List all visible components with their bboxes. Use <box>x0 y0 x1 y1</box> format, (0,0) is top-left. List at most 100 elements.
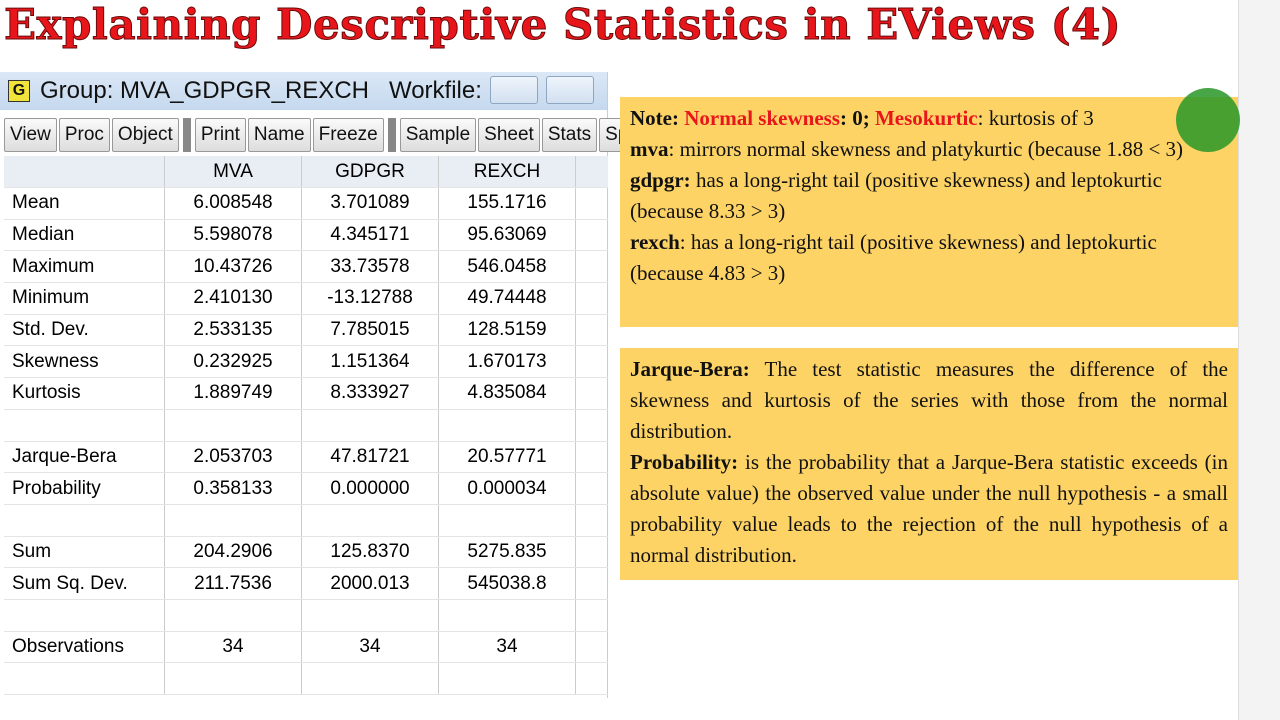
cell[interactable]: 1.889749 <box>165 378 302 409</box>
cell[interactable] <box>302 504 439 536</box>
cell[interactable]: 1.151364 <box>302 346 439 378</box>
cell[interactable] <box>439 504 576 536</box>
cell[interactable]: 128.5159 <box>439 314 576 346</box>
cell[interactable]: 155.1716 <box>439 188 576 219</box>
cell[interactable]: -13.12788 <box>302 283 439 314</box>
cell[interactable]: 2.053703 <box>165 441 302 473</box>
row-label[interactable]: Kurtosis <box>4 378 165 409</box>
cell[interactable]: 4.345171 <box>302 219 439 251</box>
row-label[interactable]: Probability <box>4 473 165 504</box>
row-label[interactable]: Skewness <box>4 346 165 378</box>
view-button[interactable]: View <box>4 118 57 152</box>
column-header-rexch[interactable]: REXCH <box>439 156 576 187</box>
cell[interactable] <box>165 599 302 631</box>
cell[interactable] <box>576 220 607 251</box>
cell[interactable] <box>576 188 607 219</box>
cell[interactable]: 95.63069 <box>439 219 576 251</box>
cell[interactable]: 2.533135 <box>165 314 302 346</box>
row-label[interactable]: Std. Dev. <box>4 314 165 346</box>
cell[interactable]: 1.670173 <box>439 346 576 378</box>
row-label[interactable]: Sum Sq. Dev. <box>4 568 165 599</box>
cell[interactable] <box>576 442 607 473</box>
row-label[interactable]: Observations <box>4 631 165 663</box>
table-row <box>4 409 608 442</box>
cell[interactable] <box>165 504 302 536</box>
cell[interactable] <box>439 409 576 441</box>
row-label[interactable] <box>4 409 165 441</box>
cell[interactable] <box>576 663 607 694</box>
cell[interactable]: 545038.8 <box>439 568 576 599</box>
cell[interactable]: 546.0458 <box>439 251 576 283</box>
cell[interactable]: 8.333927 <box>302 378 439 409</box>
cell[interactable] <box>576 537 607 568</box>
column-header <box>4 156 165 187</box>
cell[interactable]: 3.701089 <box>302 188 439 219</box>
cell[interactable]: 49.74448 <box>439 283 576 314</box>
stats-button[interactable]: Stats <box>541 118 598 152</box>
row-label[interactable]: Maximum <box>4 251 165 283</box>
proc-button[interactable]: Proc <box>58 118 110 152</box>
mesokurtic-term: Mesokurtic <box>874 106 978 130</box>
row-label[interactable]: Median <box>4 219 165 251</box>
cell[interactable] <box>576 410 607 441</box>
cell[interactable] <box>576 251 607 282</box>
row-label[interactable] <box>4 599 165 631</box>
cell[interactable]: 0.000034 <box>439 473 576 504</box>
sample-button[interactable]: Sample <box>399 118 477 152</box>
cell[interactable]: 0.000000 <box>302 473 439 504</box>
cell[interactable] <box>439 663 576 694</box>
cell[interactable] <box>576 346 607 377</box>
column-header-mva[interactable]: MVA <box>165 156 302 187</box>
cell[interactable] <box>302 409 439 441</box>
row-label[interactable]: Mean <box>4 188 165 219</box>
cell[interactable] <box>576 378 607 409</box>
cell[interactable]: 6.008548 <box>165 188 302 219</box>
cell[interactable]: 211.7536 <box>165 568 302 599</box>
cell[interactable]: 5275.835 <box>439 536 576 568</box>
freeze-button[interactable]: Freeze <box>312 118 384 152</box>
cell[interactable]: 34 <box>439 631 576 663</box>
row-label[interactable]: Jarque-Bera <box>4 441 165 473</box>
cell[interactable] <box>576 473 607 504</box>
print-button[interactable]: Print <box>194 118 246 152</box>
cell[interactable]: 204.2906 <box>165 536 302 568</box>
cell[interactable] <box>576 505 607 536</box>
cell[interactable]: 34 <box>302 631 439 663</box>
cell[interactable]: 2000.013 <box>302 568 439 599</box>
cell[interactable] <box>576 600 607 631</box>
cell[interactable] <box>302 663 439 694</box>
row-label[interactable] <box>4 504 165 536</box>
cell[interactable] <box>576 283 607 314</box>
sheet-button[interactable]: Sheet <box>478 118 540 152</box>
rexch-label: rexch <box>630 230 680 254</box>
cell[interactable]: 7.785015 <box>302 314 439 346</box>
row-label[interactable] <box>4 663 165 694</box>
name-button[interactable]: Name <box>247 118 311 152</box>
cell[interactable]: 20.57771 <box>439 441 576 473</box>
cell[interactable]: 125.8370 <box>302 536 439 568</box>
cell[interactable] <box>302 599 439 631</box>
cell[interactable]: 33.73578 <box>302 251 439 283</box>
cell[interactable]: 5.598078 <box>165 219 302 251</box>
object-button[interactable]: Object <box>111 118 179 152</box>
cell[interactable]: 0.232925 <box>165 346 302 378</box>
minimize-button[interactable] <box>490 76 538 104</box>
cell[interactable]: 47.81721 <box>302 441 439 473</box>
cell[interactable]: 2.410130 <box>165 283 302 314</box>
toolbar: View Proc Object Print Name Freeze Sample Sheet… <box>4 118 655 152</box>
cell[interactable]: 4.835084 <box>439 378 576 409</box>
cell[interactable] <box>576 568 607 599</box>
cell[interactable] <box>439 599 576 631</box>
maximize-button[interactable] <box>546 76 594 104</box>
table-row: Observations 34 34 34 <box>4 631 608 664</box>
column-header-gdpgr[interactable]: GDPGR <box>302 156 439 187</box>
cell[interactable] <box>576 315 607 346</box>
cell[interactable]: 0.358133 <box>165 473 302 504</box>
cell[interactable] <box>576 632 607 663</box>
row-label[interactable]: Minimum <box>4 283 165 314</box>
cell[interactable] <box>165 663 302 694</box>
cell[interactable]: 34 <box>165 631 302 663</box>
cell[interactable] <box>165 409 302 441</box>
row-label[interactable]: Sum <box>4 536 165 568</box>
cell[interactable]: 10.43726 <box>165 251 302 283</box>
